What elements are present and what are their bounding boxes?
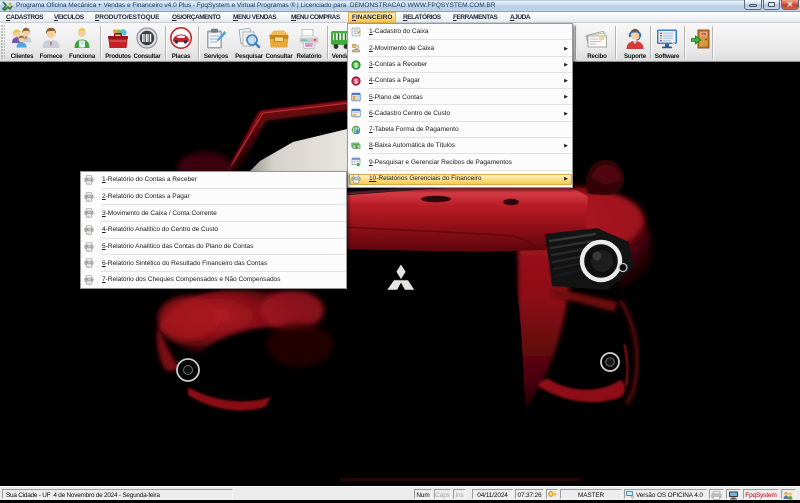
svg-text:$: $ bbox=[354, 78, 358, 85]
svg-text:$: $ bbox=[354, 62, 358, 69]
svg-text:EXIT: EXIT bbox=[701, 32, 707, 36]
